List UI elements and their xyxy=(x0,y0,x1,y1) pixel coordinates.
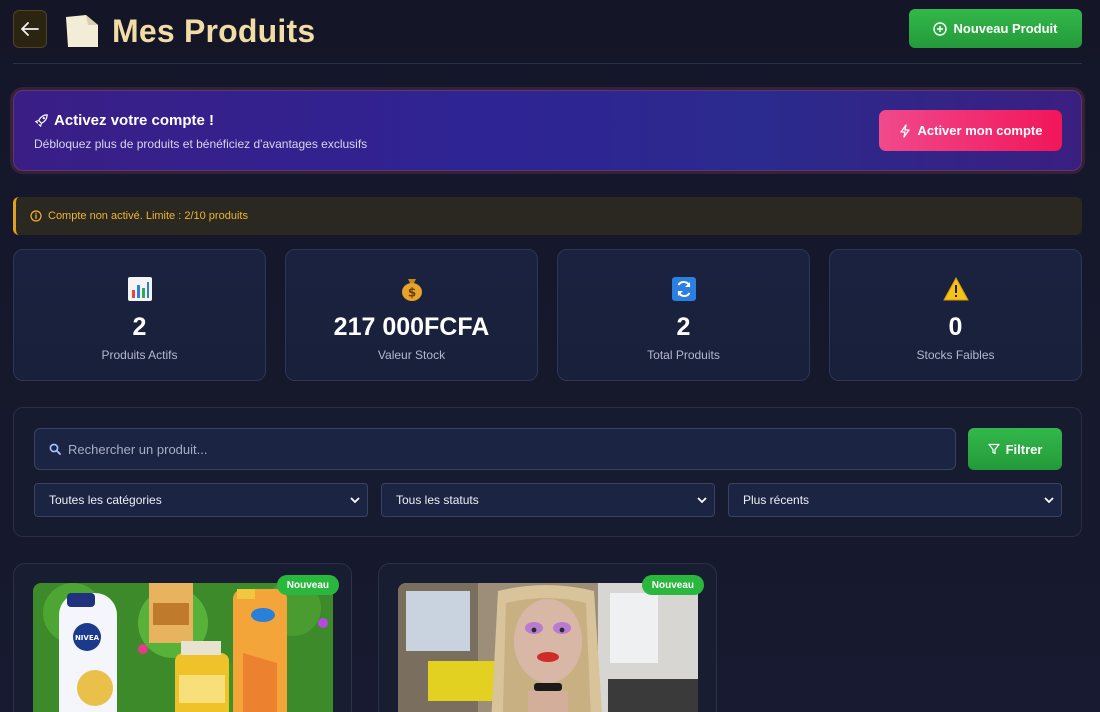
info-icon xyxy=(30,210,42,222)
chevron-down-icon xyxy=(1044,497,1054,504)
stat-label: Produits Actifs xyxy=(101,348,178,362)
refresh-icon xyxy=(671,277,696,301)
product-card[interactable]: Nouveau xyxy=(378,563,717,712)
chevron-down-icon xyxy=(350,497,360,504)
stat-value: 2 xyxy=(676,313,691,341)
sort-select[interactable]: Plus récents xyxy=(728,483,1062,517)
svg-text:NIVEA: NIVEA xyxy=(75,634,100,642)
promo-subtitle: Débloquez plus de produits et bénéficiez… xyxy=(34,137,368,151)
product-card[interactable]: Nouveau NIVEA xyxy=(13,563,352,712)
status-select[interactable]: Tous les statuts xyxy=(381,483,715,517)
stat-label: Valeur Stock xyxy=(377,348,446,362)
chevron-down-icon xyxy=(697,497,707,504)
category-select[interactable]: Toutes les catégories xyxy=(34,483,368,517)
svg-text:$: $ xyxy=(407,286,415,300)
bar-chart-icon xyxy=(127,277,152,301)
new-badge: Nouveau xyxy=(641,575,704,595)
stat-card-active-products: 2 Produits Actifs xyxy=(13,249,266,381)
plus-circle-icon xyxy=(933,21,948,36)
stat-card-total-products: 2 Total Produits xyxy=(557,249,810,381)
search-placeholder: Rechercher un produit... xyxy=(68,441,208,457)
warning-icon xyxy=(942,276,969,301)
stat-card-stock-value: $ 217 000FCFA Valeur Stock xyxy=(285,249,538,381)
stat-label: Total Produits xyxy=(647,348,720,362)
product-image[interactable]: NIVEA xyxy=(33,583,333,712)
back-button[interactable] xyxy=(13,10,47,48)
filter-funnel-icon xyxy=(987,443,1000,455)
filter-panel: Rechercher un produit... Filtrer Toutes … xyxy=(13,407,1082,537)
activation-banner: Activez votre compte ! Débloquez plus de… xyxy=(13,90,1082,171)
stat-label: Stocks Faibles xyxy=(916,348,995,362)
new-badge: Nouveau xyxy=(276,575,339,595)
money-bag-icon: $ xyxy=(401,279,422,301)
activate-account-button[interactable]: Activer mon compte xyxy=(879,110,1062,151)
arrow-left-icon xyxy=(21,22,39,36)
account-limit-warning: Compte non activé. Limite : 2/10 produit… xyxy=(13,197,1082,235)
product-image[interactable] xyxy=(398,583,698,712)
promo-title: Activez votre compte ! xyxy=(34,112,214,129)
stat-value: 2 xyxy=(132,313,147,341)
rocket-icon xyxy=(34,114,48,128)
new-product-label: Nouveau Produit xyxy=(953,21,1058,36)
stat-value: 0 xyxy=(948,313,963,341)
stat-value: 217 000FCFA xyxy=(333,313,490,341)
lightning-icon xyxy=(899,123,910,138)
search-icon xyxy=(49,443,61,455)
search-input[interactable]: Rechercher un produit... xyxy=(34,428,956,470)
logo-tile xyxy=(66,15,98,47)
stat-card-low-stock: 0 Stocks Faibles xyxy=(829,249,1082,381)
filter-button[interactable]: Filtrer xyxy=(968,428,1062,470)
page-title: Mes Produits xyxy=(112,13,316,49)
new-product-button[interactable]: Nouveau Produit xyxy=(909,9,1082,48)
page-header: Mes Produits Nouveau Produit xyxy=(13,9,1082,49)
header-divider xyxy=(13,63,1082,64)
